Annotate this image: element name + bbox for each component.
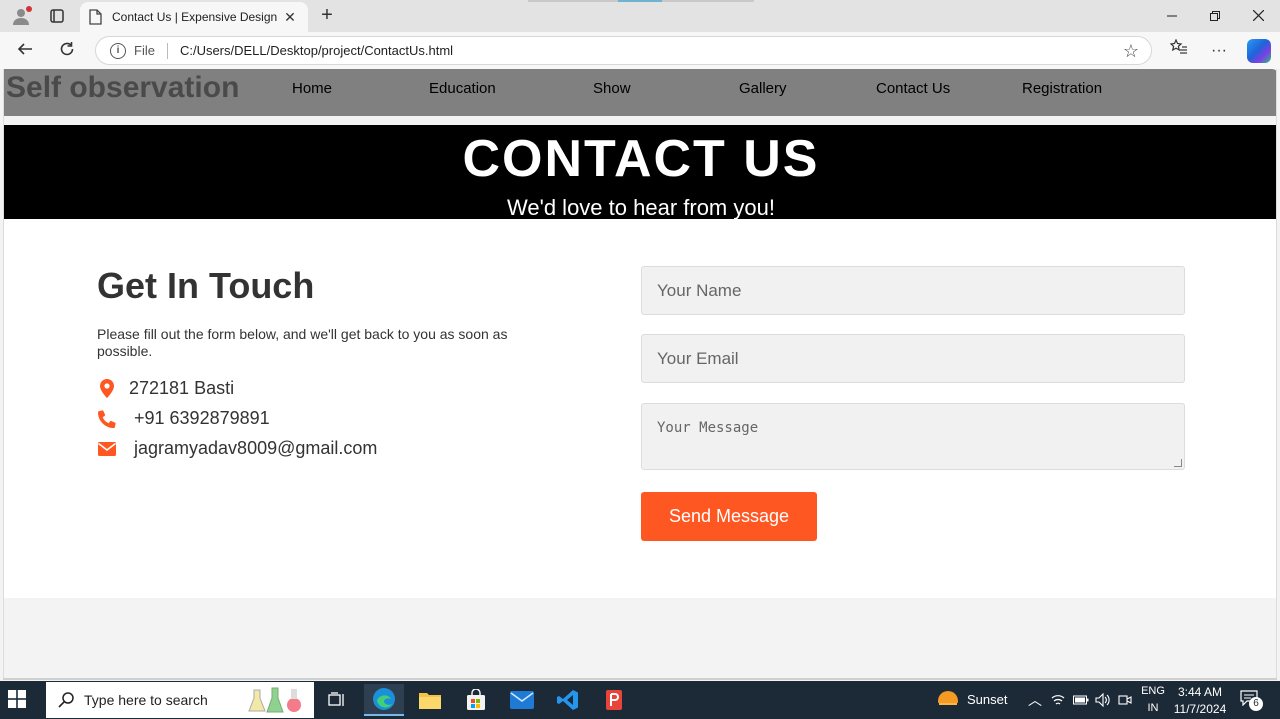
- sunset-weather-icon: [936, 691, 960, 712]
- minimize-button[interactable]: [1152, 4, 1192, 28]
- hero-subtitle: We'd love to hear from you!: [507, 195, 775, 220]
- taskbar-store[interactable]: [456, 684, 496, 716]
- restore-button[interactable]: [1195, 4, 1235, 28]
- windows-taskbar: Type here to search Sunset ︿ ENG IN 3:44…: [0, 681, 1280, 719]
- mail-icon: [510, 691, 534, 709]
- nav-link-home[interactable]: Home: [292, 80, 332, 97]
- notifications-button[interactable]: 6: [1240, 690, 1263, 711]
- close-window-icon: [1252, 9, 1264, 22]
- envelope-icon: [97, 439, 117, 459]
- tab-actions-icon: [50, 9, 64, 23]
- nav-link-gallery[interactable]: Gallery: [739, 80, 787, 97]
- windows-logo-icon: [8, 690, 26, 708]
- email-text: jagramyadav8009@gmail.com: [134, 438, 378, 458]
- window-top-accent: [618, 0, 662, 2]
- message-placeholder: Your Message: [657, 420, 759, 436]
- address-row: 272181 Basti: [97, 378, 234, 399]
- folder-icon: [419, 693, 441, 709]
- nav-link-registration[interactable]: Registration: [1022, 80, 1102, 97]
- copilot-icon[interactable]: [1247, 39, 1271, 63]
- tray-chevron-up-icon[interactable]: ︿: [1028, 690, 1042, 710]
- close-window-button[interactable]: [1238, 4, 1278, 28]
- language-region[interactable]: IN: [1140, 702, 1166, 714]
- contact-section: Get In Touch Please fill out the form be…: [4, 219, 1276, 598]
- page-viewport: Self observation Home Education Show Gal…: [3, 69, 1277, 680]
- notification-count-badge: 6: [1249, 697, 1263, 711]
- site-info-icon[interactable]: i: [110, 42, 126, 59]
- contact-description: Please fill out the form below, and we'l…: [97, 326, 508, 359]
- address-separator: [166, 42, 168, 59]
- favorites-button[interactable]: [1165, 38, 1193, 64]
- vscode-icon: [557, 690, 578, 710]
- viewport-bottom-edge: [3, 678, 1277, 680]
- nav-link-show[interactable]: Show: [593, 80, 631, 97]
- taskbar-search-box[interactable]: Type here to search: [46, 682, 314, 718]
- taskbar-mail[interactable]: [502, 684, 542, 716]
- nav-link-contact-us[interactable]: Contact Us: [876, 80, 950, 97]
- nav-link-education[interactable]: Education: [429, 80, 496, 97]
- start-button[interactable]: [8, 690, 34, 710]
- phone-row: +91 6392879891: [97, 408, 270, 429]
- taskbar-app-running[interactable]: [594, 684, 634, 716]
- wifi-icon[interactable]: [1051, 693, 1065, 707]
- task-view-button[interactable]: [317, 684, 357, 716]
- app-logo-icon: [606, 690, 622, 710]
- profile-notification-dot: [26, 6, 32, 12]
- reload-button[interactable]: [54, 38, 80, 64]
- back-button[interactable]: [12, 38, 38, 64]
- back-arrow-icon: [17, 43, 32, 55]
- tab-actions-button[interactable]: [44, 4, 70, 28]
- address-bar[interactable]: i File C:/Users/DELL/Desktop/project/Con…: [95, 36, 1152, 65]
- clock-time[interactable]: 3:44 AM: [1172, 685, 1228, 699]
- store-bag-icon: [467, 689, 485, 710]
- edge-browser-icon: [373, 688, 395, 710]
- language-code[interactable]: ENG: [1140, 685, 1166, 697]
- url-text[interactable]: C:/Users/DELL/Desktop/project/ContactUs.…: [180, 43, 453, 58]
- favorites-list-icon: [1169, 38, 1187, 54]
- page-icon: [89, 9, 102, 25]
- search-placeholder: Type here to search: [84, 692, 208, 708]
- get-in-touch-heading: Get In Touch: [97, 265, 315, 306]
- email-input[interactable]: Your Email: [641, 334, 1185, 383]
- minimize-icon: [1167, 15, 1177, 17]
- weather-label[interactable]: Sunset: [967, 692, 1007, 707]
- hero-title: CONTACT US: [462, 130, 820, 188]
- site-brand[interactable]: Self observation: [6, 71, 239, 105]
- favorite-star-icon[interactable]: ☆: [1123, 41, 1139, 62]
- send-message-button[interactable]: Send Message: [641, 492, 817, 541]
- browser-tab-active[interactable]: Contact Us | Expensive Design ✕: [80, 2, 308, 32]
- resize-handle-icon[interactable]: [1174, 459, 1182, 467]
- more-options-button[interactable]: ···: [1205, 38, 1233, 64]
- reload-icon: [60, 42, 74, 56]
- profile-button[interactable]: [8, 4, 34, 28]
- file-label: File: [134, 43, 155, 58]
- name-input[interactable]: Your Name: [641, 266, 1185, 315]
- contact-hero: CONTACT US We'd love to hear from you!: [4, 125, 1276, 220]
- address-text: 272181 Basti: [129, 378, 235, 398]
- site-navbar: Self observation Home Education Show Gal…: [4, 69, 1276, 116]
- tab-title: Contact Us | Expensive Design: [112, 10, 278, 24]
- taskbar-edge-app[interactable]: [364, 684, 404, 716]
- clock-date[interactable]: 11/7/2024: [1172, 702, 1228, 716]
- lab-flasks-icon: [248, 687, 301, 713]
- browser-tab-strip: Contact Us | Expensive Design ✕ +: [0, 0, 1280, 32]
- email-row: jagramyadav8009@gmail.com: [97, 438, 377, 459]
- search-icon: [58, 692, 74, 708]
- phone-text: +91 6392879891: [134, 408, 270, 428]
- phone-icon: [97, 409, 117, 429]
- close-tab-icon[interactable]: ✕: [280, 9, 300, 26]
- battery-icon[interactable]: [1073, 694, 1089, 706]
- message-textarea[interactable]: Your Message: [641, 403, 1185, 470]
- location-pin-icon: [97, 379, 117, 399]
- volume-icon[interactable]: [1095, 693, 1111, 707]
- new-tab-button[interactable]: +: [314, 4, 340, 28]
- browser-toolbar: i File C:/Users/DELL/Desktop/project/Con…: [0, 32, 1280, 69]
- task-view-icon: [328, 692, 344, 706]
- restore-icon: [1210, 11, 1220, 21]
- taskbar-file-explorer[interactable]: [410, 684, 450, 716]
- meet-now-icon[interactable]: [1118, 693, 1132, 707]
- taskbar-vscode[interactable]: [548, 684, 588, 716]
